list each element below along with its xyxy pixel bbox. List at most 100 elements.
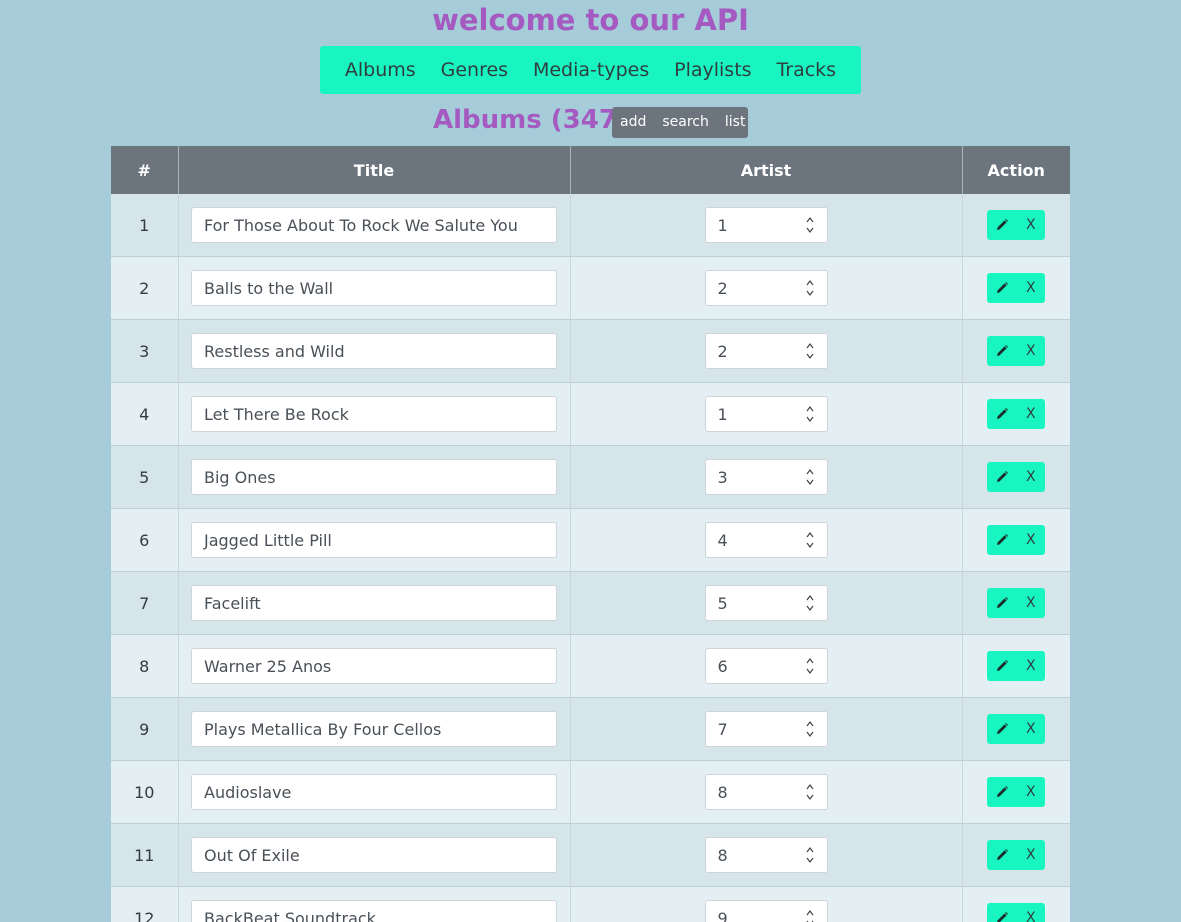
nav-tracks[interactable]: Tracks (776, 59, 836, 81)
title-input[interactable]: Restless and Wild (191, 333, 557, 369)
artist-number-input[interactable]: 1 (704, 396, 828, 432)
artist-number-input[interactable]: 2 (704, 270, 828, 306)
delete-button[interactable]: X (1016, 903, 1045, 922)
row-number: 3 (111, 319, 179, 383)
edit-button[interactable] (987, 714, 1016, 744)
action-cell: X (962, 886, 1070, 922)
row-number: 12 (111, 886, 179, 922)
spinner-arrows-icon[interactable] (805, 278, 815, 298)
list-button[interactable]: list (717, 107, 754, 138)
title-input[interactable]: Audioslave (191, 774, 557, 810)
artist-number-input[interactable]: 4 (704, 522, 828, 558)
title-input[interactable]: Balls to the Wall (191, 270, 557, 306)
edit-button[interactable] (987, 462, 1016, 492)
spinner-arrows-icon[interactable] (805, 656, 815, 676)
delete-button[interactable]: X (1016, 714, 1045, 744)
title-cell: Balls to the Wall (178, 256, 571, 320)
artist-number-input[interactable]: 8 (704, 837, 828, 873)
artist-cell: 9 (570, 886, 963, 922)
row-number: 8 (111, 634, 179, 698)
edit-button[interactable] (987, 588, 1016, 618)
edit-button[interactable] (987, 273, 1016, 303)
title-input[interactable]: Warner 25 Anos (191, 648, 557, 684)
add-button[interactable]: add (612, 107, 654, 138)
title-input[interactable]: BackBeat Soundtrack (191, 900, 557, 922)
table-row: 2 Balls to the Wall 2 X (111, 256, 1070, 320)
action-cell: X (962, 634, 1070, 698)
spinner-arrows-icon[interactable] (805, 530, 815, 550)
delete-button[interactable]: X (1016, 777, 1045, 807)
page-title: welcome to our API (432, 3, 749, 37)
artist-cell: 7 (570, 697, 963, 761)
title-input[interactable]: Let There Be Rock (191, 396, 557, 432)
delete-button[interactable]: X (1016, 273, 1045, 303)
artist-number-input[interactable]: 3 (704, 459, 828, 495)
delete-button[interactable]: X (1016, 210, 1045, 240)
artist-value: 5 (717, 593, 728, 613)
page: welcome to our API Albums Genres Media-t… (0, 0, 1181, 922)
artist-number-input[interactable]: 1 (704, 207, 828, 243)
pencil-icon (996, 723, 1008, 734)
section-title: Albums (347) (433, 105, 629, 135)
spinner-arrows-icon[interactable] (805, 341, 815, 361)
spinner-arrows-icon[interactable] (805, 215, 815, 235)
title-input[interactable]: Jagged Little Pill (191, 522, 557, 558)
column-header-number: # (111, 146, 179, 194)
nav-media-types[interactable]: Media-types (533, 59, 649, 81)
title-input[interactable]: For Those About To Rock We Salute You (191, 207, 557, 243)
delete-button[interactable]: X (1016, 525, 1045, 555)
nav-albums[interactable]: Albums (345, 59, 416, 81)
artist-number-input[interactable]: 7 (704, 711, 828, 747)
column-header-action: Action (962, 146, 1070, 194)
action-cell: X (962, 823, 1070, 887)
edit-button[interactable] (987, 903, 1016, 922)
table-row: 6 Jagged Little Pill 4 X (111, 508, 1070, 572)
delete-button[interactable]: X (1016, 462, 1045, 492)
nav-genres[interactable]: Genres (441, 59, 508, 81)
title-input[interactable]: Big Ones (191, 459, 557, 495)
artist-number-input[interactable]: 6 (704, 648, 828, 684)
spinner-arrows-icon[interactable] (805, 782, 815, 802)
title-input[interactable]: Out Of Exile (191, 837, 557, 873)
delete-button[interactable]: X (1016, 399, 1045, 429)
artist-number-input[interactable]: 8 (704, 774, 828, 810)
spinner-arrows-icon[interactable] (805, 404, 815, 424)
action-cell: X (962, 697, 1070, 761)
edit-button[interactable] (987, 525, 1016, 555)
table-row: 8 Warner 25 Anos 6 X (111, 634, 1070, 698)
title-input[interactable]: Facelift (191, 585, 557, 621)
title-cell: Restless and Wild (178, 319, 571, 383)
spinner-arrows-icon[interactable] (805, 593, 815, 613)
spinner-arrows-icon[interactable] (805, 908, 815, 922)
edit-button[interactable] (987, 651, 1016, 681)
title-cell: For Those About To Rock We Salute You (178, 194, 571, 257)
edit-button[interactable] (987, 777, 1016, 807)
spinner-arrows-icon[interactable] (805, 467, 815, 487)
artist-cell: 6 (570, 634, 963, 698)
table-header-row: # Title Artist Action (111, 146, 1070, 194)
spinner-arrows-icon[interactable] (805, 845, 815, 865)
nav-playlists[interactable]: Playlists (674, 59, 751, 81)
pencil-icon (996, 471, 1008, 482)
title-input[interactable]: Plays Metallica By Four Cellos (191, 711, 557, 747)
search-button[interactable]: search (654, 107, 717, 138)
artist-value: 7 (717, 719, 728, 739)
artist-number-input[interactable]: 9 (704, 900, 828, 922)
delete-button[interactable]: X (1016, 840, 1045, 870)
delete-button[interactable]: X (1016, 651, 1045, 681)
artist-cell: 5 (570, 571, 963, 635)
edit-button[interactable] (987, 840, 1016, 870)
edit-button[interactable] (987, 399, 1016, 429)
artist-number-input[interactable]: 5 (704, 585, 828, 621)
spinner-arrows-icon[interactable] (805, 719, 815, 739)
edit-button[interactable] (987, 336, 1016, 366)
pencil-icon (996, 282, 1008, 293)
delete-button[interactable]: X (1016, 588, 1045, 618)
title-cell: Audioslave (178, 760, 571, 824)
edit-button[interactable] (987, 210, 1016, 240)
artist-number-input[interactable]: 2 (704, 333, 828, 369)
title-cell: Plays Metallica By Four Cellos (178, 697, 571, 761)
delete-button[interactable]: X (1016, 336, 1045, 366)
row-actions: X (987, 714, 1046, 744)
artist-cell: 2 (570, 256, 963, 320)
